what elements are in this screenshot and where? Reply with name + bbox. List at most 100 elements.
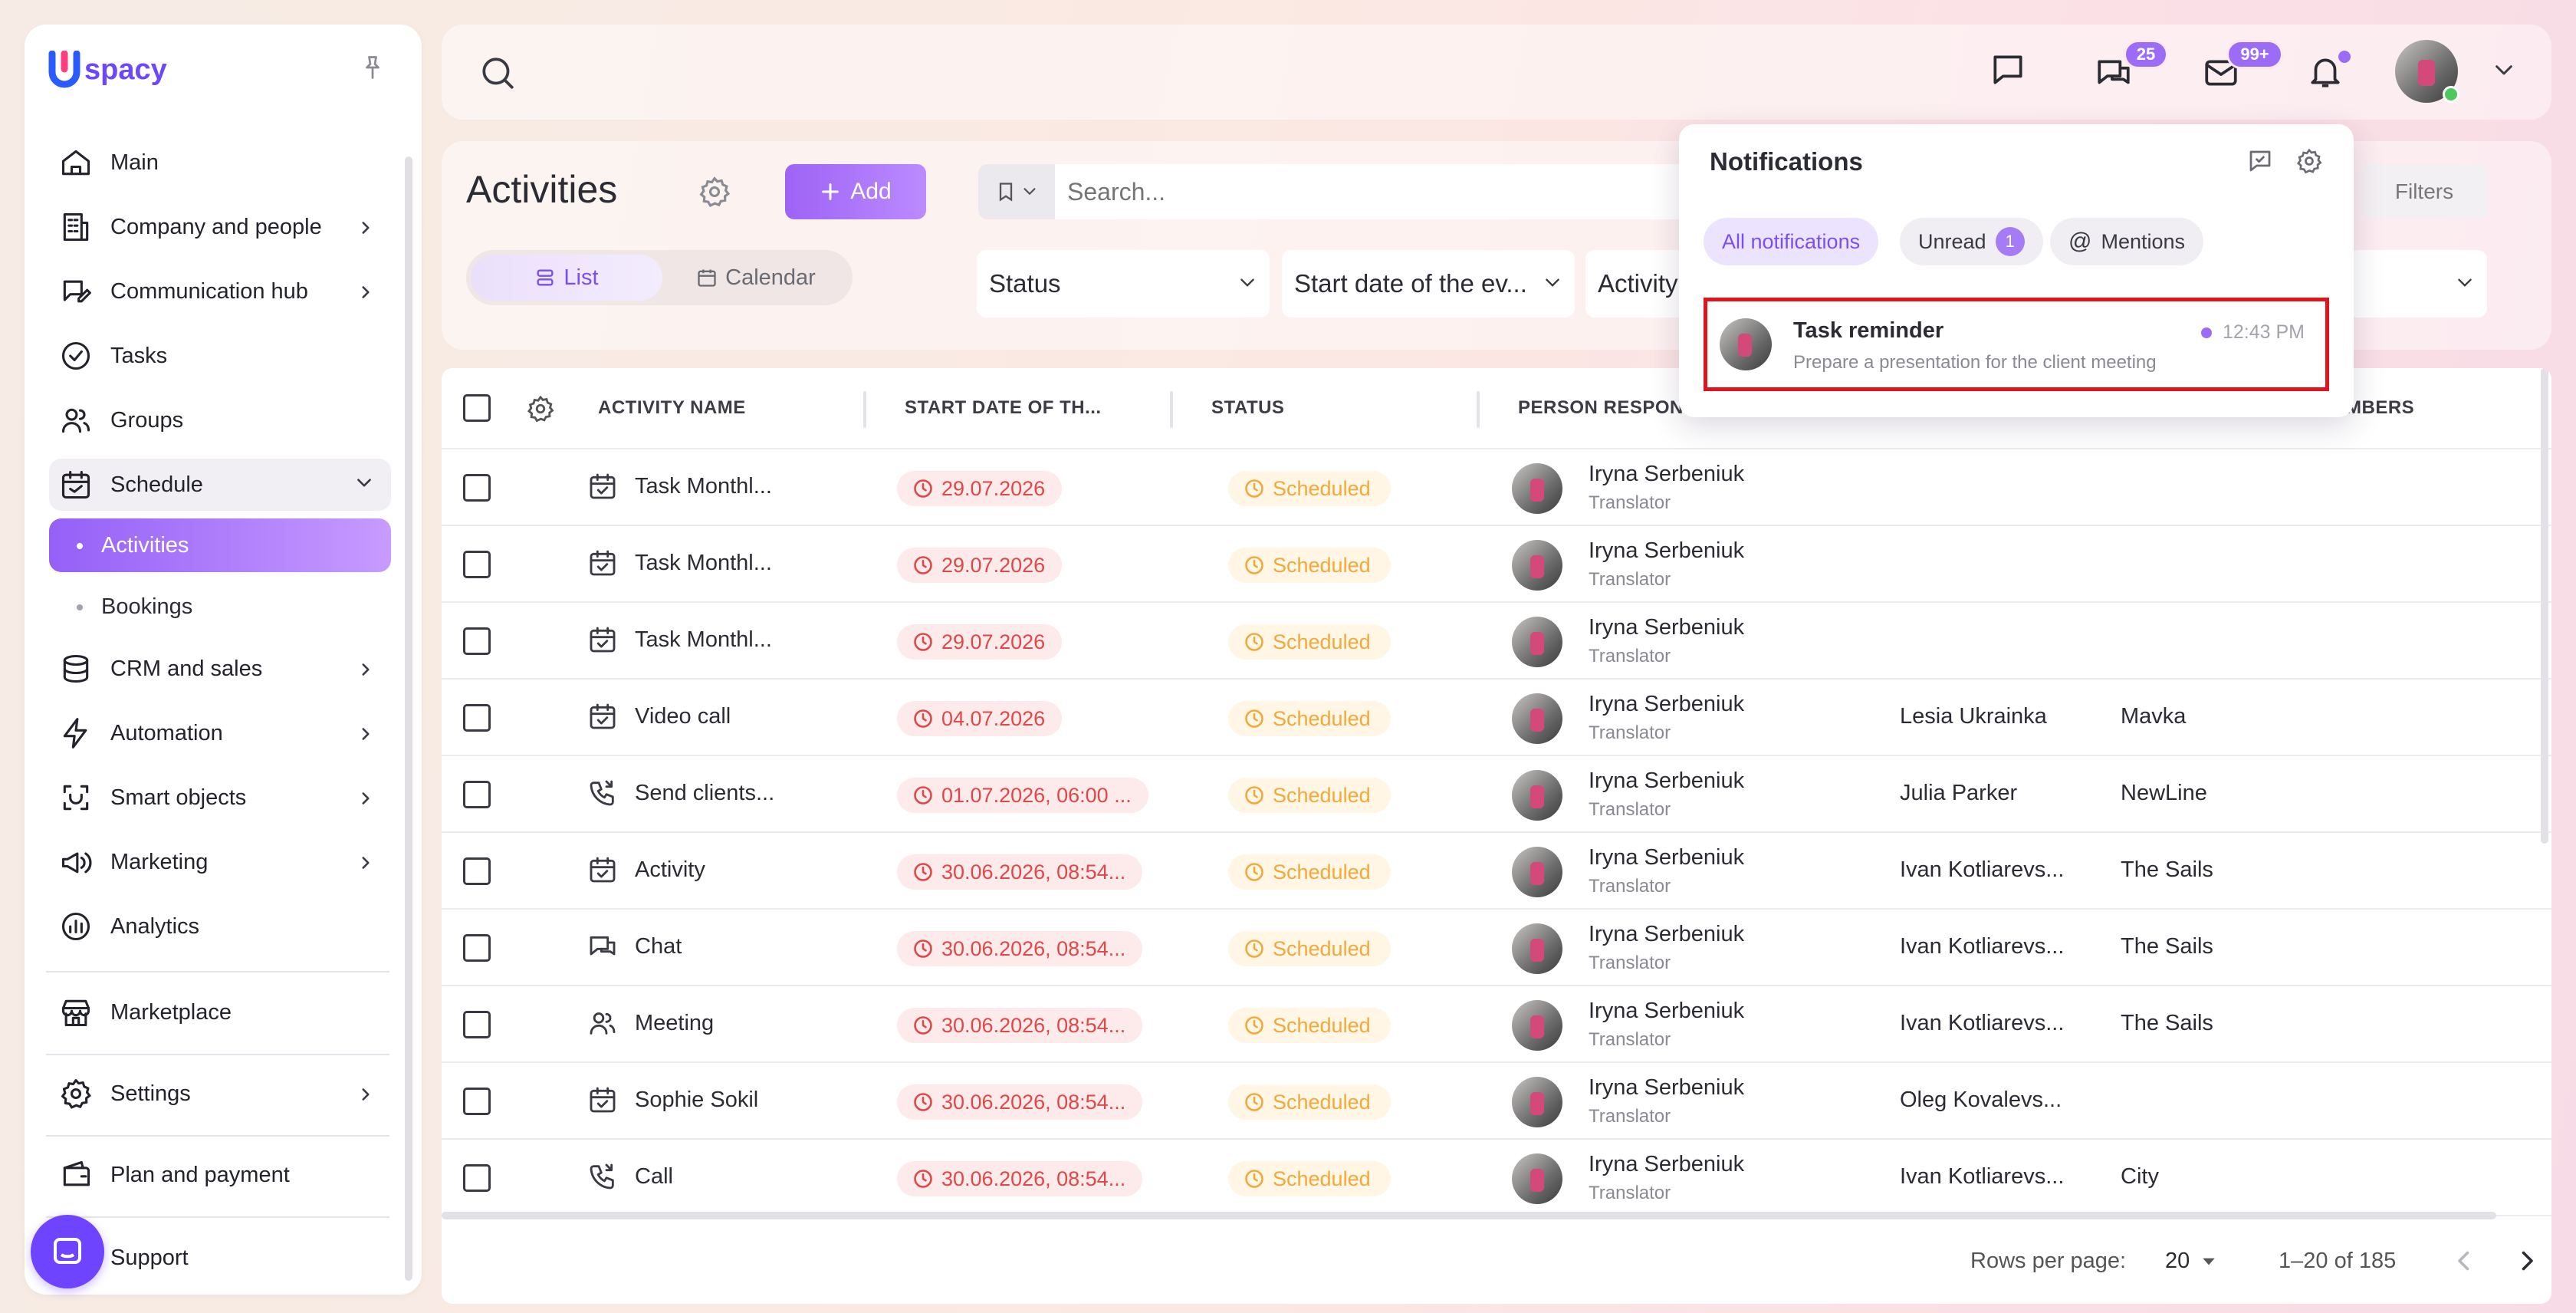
avatar[interactable] [1512, 463, 1562, 514]
sidebar-item-marketplace[interactable]: Marketplace [49, 986, 391, 1038]
mark-all-read-icon[interactable] [2246, 147, 2274, 175]
activity-name[interactable]: Chat [635, 934, 682, 959]
col-activity-name[interactable]: ACTIVITY NAME [598, 397, 746, 419]
status-filter[interactable]: Status [977, 250, 1270, 318]
columns-settings-icon[interactable] [526, 394, 555, 423]
app-logo[interactable]: spacy [48, 51, 167, 89]
filters-button[interactable]: Filters [2361, 164, 2487, 219]
sidebar-item-plan-and-payment[interactable]: Plan and payment [49, 1149, 391, 1201]
table-row[interactable]: Task Monthl... 29.07.2026 Scheduled Iryn… [442, 603, 2551, 680]
row-checkbox[interactable] [463, 857, 491, 885]
person-name[interactable]: Iryna Serbeniuk [1589, 538, 1744, 564]
avatar[interactable] [1512, 693, 1562, 744]
company-name[interactable]: City [2121, 1164, 2159, 1190]
sidebar-scrollbar[interactable] [405, 156, 412, 1281]
notification-settings-icon[interactable] [2295, 147, 2323, 175]
page-settings-icon[interactable] [698, 175, 731, 209]
activity-name[interactable]: Meeting [635, 1011, 714, 1036]
sidebar-item-tasks[interactable]: Tasks [49, 330, 391, 382]
person-name[interactable]: Iryna Serbeniuk [1589, 615, 1744, 640]
sidebar-item-smart-objects[interactable]: Smart objects [49, 772, 391, 824]
notification-item[interactable]: Task reminder Prepare a presentation for… [1704, 298, 2329, 391]
activity-name[interactable]: Activity [635, 857, 705, 883]
table-row[interactable]: Task Monthl... 29.07.2026 Scheduled Iryn… [442, 526, 2551, 603]
table-row[interactable]: Chat 30.06.2026, 08:54... Scheduled Iryn… [442, 910, 2551, 986]
select-all-checkbox[interactable] [463, 394, 491, 422]
contact-name[interactable]: Ivan Kotliarevs... [1900, 1164, 2064, 1190]
activity-name[interactable]: Sophie Sokil [635, 1088, 758, 1113]
saved-filters-button[interactable] [978, 164, 1055, 219]
avatar[interactable] [1512, 770, 1562, 821]
tab-mentions[interactable]: @ Mentions [2050, 218, 2204, 265]
sidebar-item-analytics[interactable]: Analytics [49, 900, 391, 953]
avatar[interactable] [1512, 1000, 1562, 1051]
prev-page-icon[interactable] [2450, 1247, 2478, 1275]
row-checkbox[interactable] [463, 1011, 491, 1038]
person-name[interactable]: Iryna Serbeniuk [1589, 462, 1744, 487]
contact-name[interactable]: Ivan Kotliarevs... [1900, 857, 2064, 883]
person-name[interactable]: Iryna Serbeniuk [1589, 999, 1744, 1024]
column-resize-handle[interactable] [863, 391, 866, 428]
sidebar-item-main[interactable]: Main [49, 137, 391, 189]
pin-icon[interactable] [359, 52, 386, 83]
row-checkbox[interactable] [463, 1164, 491, 1192]
table-horizontal-scrollbar[interactable] [442, 1212, 2496, 1219]
table-row[interactable]: Call 30.06.2026, 08:54... Scheduled Iryn… [442, 1140, 2551, 1216]
search-input[interactable] [1055, 177, 1668, 206]
col-status[interactable]: STATUS [1211, 397, 1284, 419]
activity-name[interactable]: Task Monthl... [635, 627, 772, 653]
col-start-date[interactable]: START DATE OF TH... [905, 397, 1102, 419]
sidebar-subitem-bookings[interactable]: Bookings [49, 580, 391, 633]
sidebar-subitem-activities[interactable]: Activities [49, 518, 391, 572]
table-row[interactable]: Video call 04.07.2026 Scheduled Iryna Se… [442, 680, 2551, 756]
avatar[interactable] [1512, 540, 1562, 591]
add-button[interactable]: Add [785, 164, 926, 219]
row-checkbox[interactable] [463, 627, 491, 655]
table-row[interactable]: Task Monthl... 29.07.2026 Scheduled Iryn… [442, 449, 2551, 526]
activity-name[interactable]: Task Monthl... [635, 474, 772, 499]
column-resize-handle[interactable] [1170, 391, 1173, 428]
avatar[interactable] [1512, 1077, 1562, 1127]
person-name[interactable]: Iryna Serbeniuk [1589, 768, 1744, 794]
person-name[interactable]: Iryna Serbeniuk [1589, 692, 1744, 717]
person-name[interactable]: Iryna Serbeniuk [1589, 1152, 1744, 1177]
person-name[interactable]: Iryna Serbeniuk [1589, 922, 1744, 947]
company-name[interactable]: The Sails [2121, 1011, 2213, 1036]
company-name[interactable]: The Sails [2121, 934, 2213, 959]
row-checkbox[interactable] [463, 474, 491, 502]
global-search-icon[interactable] [478, 54, 517, 92]
contact-name[interactable]: Ivan Kotliarevs... [1900, 1011, 2064, 1036]
company-name[interactable]: Mavka [2121, 704, 2186, 729]
sidebar-item-schedule[interactable]: Schedule [49, 459, 391, 511]
avatar[interactable] [1512, 1153, 1562, 1204]
table-vertical-scrollbar[interactable] [2541, 368, 2548, 844]
row-checkbox[interactable] [463, 551, 491, 578]
extra-filter[interactable] [2349, 250, 2487, 318]
company-name[interactable]: The Sails [2121, 857, 2213, 883]
person-name[interactable]: Iryna Serbeniuk [1589, 1075, 1744, 1101]
sidebar-item-marketing[interactable]: Marketing [49, 836, 391, 888]
avatar[interactable] [1512, 923, 1562, 974]
sidebar-item-crm-and-sales[interactable]: CRM and sales [49, 643, 391, 695]
table-row[interactable]: Meeting 30.06.2026, 08:54... Scheduled I… [442, 986, 2551, 1063]
contact-name[interactable]: Lesia Ukrainka [1900, 704, 2047, 729]
table-row[interactable]: Activity 30.06.2026, 08:54... Scheduled … [442, 833, 2551, 910]
tab-calendar[interactable]: Calendar [664, 255, 848, 301]
next-page-icon[interactable] [2513, 1247, 2541, 1275]
support-chat-button[interactable] [31, 1215, 104, 1288]
avatar[interactable] [1512, 617, 1562, 667]
sidebar-item-communication-hub[interactable]: Communication hub [49, 265, 391, 318]
tab-all-notifications[interactable]: All notifications [1704, 218, 1879, 265]
table-row[interactable]: Send clients... 01.07.2026, 06:00 ... Sc… [442, 756, 2551, 833]
sidebar-item-settings[interactable]: Settings [49, 1068, 391, 1120]
col-person-responsible[interactable]: PERSON RESPONS [1518, 397, 1696, 419]
table-row[interactable]: Sophie Sokil 30.06.2026, 08:54... Schedu… [442, 1063, 2551, 1140]
sidebar-item-groups[interactable]: Groups [49, 394, 391, 446]
company-name[interactable]: NewLine [2121, 781, 2207, 806]
row-checkbox[interactable] [463, 934, 491, 962]
activity-name[interactable]: Task Monthl... [635, 551, 772, 576]
contact-name[interactable]: Ivan Kotliarevs... [1900, 934, 2064, 959]
contact-name[interactable]: Julia Parker [1900, 781, 2017, 806]
activity-name[interactable]: Video call [635, 704, 731, 729]
tab-list[interactable]: List [471, 255, 662, 301]
